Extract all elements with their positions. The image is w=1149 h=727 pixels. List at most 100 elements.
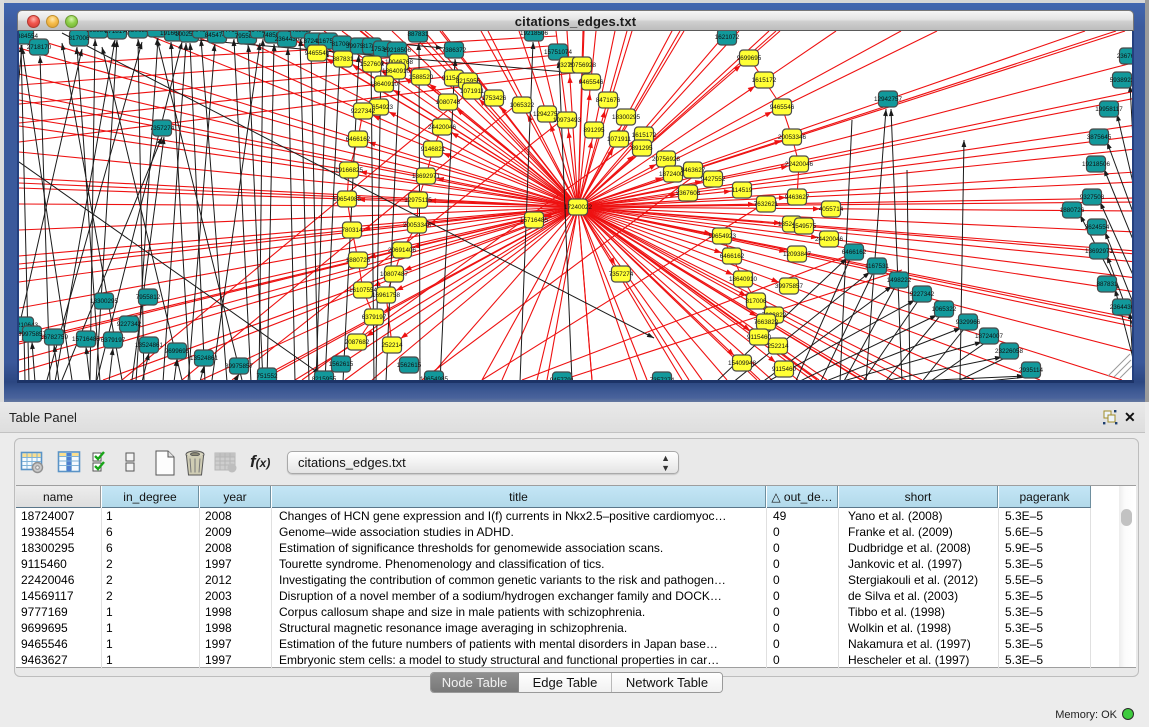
svg-text:20756928: 20756928: [568, 62, 597, 69]
svg-text:18300295: 18300295: [90, 298, 119, 305]
svg-text:19166825: 19166825: [335, 167, 364, 174]
svg-text:1167531: 1167531: [865, 263, 890, 270]
svg-text:9329966: 9329966: [956, 319, 981, 326]
svg-text:7632621: 7632621: [754, 201, 779, 208]
svg-text:9146821: 9146821: [421, 146, 446, 153]
svg-text:1527602: 1527602: [360, 61, 385, 68]
svg-text:887831: 887831: [1096, 281, 1118, 288]
svg-text:9427552: 9427552: [701, 176, 726, 183]
svg-text:12942757: 12942757: [874, 96, 903, 103]
svg-text:7663822: 7663822: [754, 319, 779, 326]
svg-text:20053346: 20053346: [403, 222, 432, 229]
svg-text:15716485: 15716485: [72, 336, 101, 343]
svg-text:18300295: 18300295: [612, 114, 641, 121]
svg-text:2935114: 2935114: [1019, 367, 1044, 374]
svg-text:13692971: 13692971: [412, 173, 441, 180]
svg-text:19654985: 19654985: [333, 196, 362, 203]
svg-text:13692971: 13692971: [1085, 248, 1114, 255]
svg-text:817006: 817006: [745, 298, 767, 305]
svg-text:891295: 891295: [583, 127, 605, 134]
svg-text:887831: 887831: [332, 56, 354, 63]
svg-text:24420046: 24420046: [428, 124, 457, 131]
svg-text:1753426: 1753426: [482, 95, 507, 102]
svg-text:1080748: 1080748: [436, 99, 461, 106]
svg-text:15751074: 15751074: [544, 49, 573, 56]
svg-text:2367608: 2367608: [676, 190, 701, 197]
svg-text:1498222: 1498222: [887, 277, 912, 284]
svg-text:3875645: 3875645: [1087, 134, 1112, 141]
svg-text:19654923: 19654923: [708, 233, 737, 240]
svg-text:6466162: 6466162: [346, 136, 371, 143]
svg-text:5938923: 5938923: [1110, 77, 1134, 84]
svg-text:2718170: 2718170: [27, 44, 52, 51]
svg-text:19218506: 19218506: [1082, 161, 1111, 168]
svg-text:13524861: 13524861: [190, 355, 219, 362]
svg-text:1549575: 1549575: [792, 223, 817, 230]
svg-text:751552: 751552: [256, 373, 278, 380]
svg-text:7357274: 7357274: [609, 271, 634, 278]
svg-text:7386372: 7386372: [442, 47, 467, 54]
svg-text:18640910: 18640910: [729, 276, 758, 283]
svg-text:18724007: 18724007: [975, 333, 1004, 340]
svg-text:7357274: 7357274: [150, 125, 175, 132]
svg-text:1880726: 1880726: [346, 257, 371, 264]
svg-text:9463627: 9463627: [681, 167, 706, 174]
svg-text:2367608: 2367608: [1117, 53, 1134, 60]
svg-text:9227342: 9227342: [351, 108, 376, 115]
svg-text:12093847: 12093847: [783, 251, 812, 258]
svg-text:6466162: 6466162: [720, 253, 745, 260]
svg-text:9463627: 9463627: [785, 194, 810, 201]
svg-text:18640910: 18640910: [382, 68, 411, 75]
svg-text:9115460: 9115460: [747, 334, 772, 341]
svg-text:1615172: 1615172: [632, 132, 657, 139]
svg-text:39975857: 39975857: [775, 283, 804, 290]
svg-text:9227342: 9227342: [117, 321, 142, 328]
svg-text:887831: 887831: [407, 31, 429, 38]
svg-text:7955812: 7955812: [136, 294, 161, 301]
svg-text:6379197: 6379197: [101, 337, 126, 344]
svg-text:9699695: 9699695: [165, 348, 190, 355]
svg-text:817006: 817006: [68, 35, 90, 42]
svg-text:39975857: 39975857: [225, 363, 254, 370]
svg-text:9465546: 9465546: [579, 79, 604, 86]
svg-text:780314: 780314: [341, 227, 363, 234]
svg-text:18640910: 18640910: [370, 81, 399, 88]
svg-text:6466162: 6466162: [842, 249, 867, 256]
svg-text:19958117: 19958117: [1095, 106, 1123, 113]
svg-text:9465546: 9465546: [770, 104, 795, 111]
svg-text:1065322: 1065322: [932, 306, 957, 313]
svg-text:2364436: 2364436: [1110, 304, 1134, 311]
svg-text:252214: 252214: [767, 343, 789, 350]
svg-text:20756928: 20756928: [652, 156, 681, 163]
svg-text:13524861: 13524861: [135, 342, 164, 349]
svg-text:4055714: 4055714: [819, 206, 844, 213]
svg-text:10807487: 10807487: [380, 271, 409, 278]
svg-text:1071911: 1071911: [460, 88, 485, 95]
svg-text:1880726: 1880726: [1060, 207, 1085, 214]
svg-text:891295: 891295: [631, 145, 653, 152]
svg-text:15409948: 15409948: [728, 360, 757, 367]
svg-text:20053346: 20053346: [778, 134, 807, 141]
svg-text:1562615: 1562615: [397, 362, 422, 369]
svg-text:17240022: 17240022: [564, 204, 593, 211]
svg-text:252214: 252214: [381, 342, 403, 349]
svg-text:1065322: 1065322: [510, 102, 535, 109]
svg-text:9465546: 9465546: [305, 50, 330, 57]
svg-text:1562615: 1562615: [329, 361, 354, 368]
svg-text:9699695: 9699695: [737, 55, 762, 62]
svg-text:2087682: 2087682: [345, 339, 370, 346]
svg-text:22420046: 22420046: [785, 161, 814, 168]
svg-text:9327508: 9327508: [1080, 194, 1105, 201]
svg-text:1621072: 1621072: [715, 34, 740, 41]
svg-text:3624554: 3624554: [1085, 224, 1110, 231]
svg-text:1071911: 1071911: [607, 136, 632, 143]
svg-text:23226058: 23226058: [995, 348, 1024, 355]
svg-text:16961758: 16961758: [372, 292, 401, 299]
svg-text:6379197: 6379197: [362, 314, 387, 321]
svg-text:12975115: 12975115: [404, 197, 432, 204]
svg-text:24420046: 24420046: [815, 236, 844, 243]
svg-text:10973493: 10973493: [553, 117, 582, 124]
svg-text:20691406: 20691406: [388, 247, 417, 254]
svg-text:1615172: 1615172: [752, 77, 777, 84]
svg-text:15716485: 15716485: [520, 217, 549, 224]
